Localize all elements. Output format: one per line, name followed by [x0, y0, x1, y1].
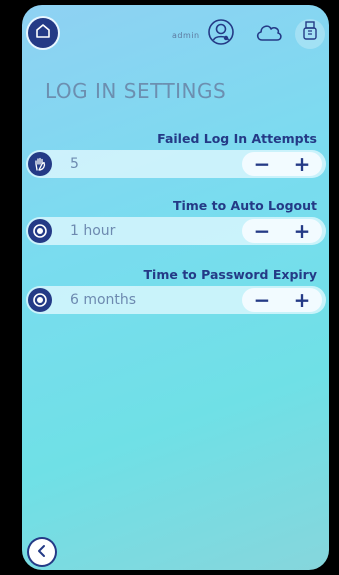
top-bar: admin: [22, 5, 329, 63]
chevron-left-icon: [35, 543, 49, 562]
increase-button[interactable]: +: [284, 219, 320, 243]
decrease-button[interactable]: −: [244, 219, 280, 243]
login-settings-screen: admin LOG IN SETTINGS Failed Log In Atte…: [22, 5, 329, 570]
page-title: LOG IN SETTINGS: [45, 79, 227, 103]
back-button[interactable]: [29, 539, 55, 565]
username-label: admin: [172, 31, 200, 40]
decrease-button[interactable]: −: [244, 288, 280, 312]
cloud-icon: [254, 21, 284, 47]
stepper-auto-logout: − +: [242, 219, 322, 243]
setting-label-password-expiry: Time to Password Expiry: [143, 267, 317, 282]
usb-icon: [303, 21, 317, 47]
usb-button[interactable]: [295, 19, 325, 49]
increase-button[interactable]: +: [284, 288, 320, 312]
setting-row-failed-attempts: 5 − +: [26, 150, 326, 178]
user-account-button[interactable]: [206, 19, 236, 49]
dial-icon: [28, 219, 52, 243]
stepper-password-expiry: − +: [242, 288, 322, 312]
home-button[interactable]: [28, 18, 58, 48]
home-icon: [34, 22, 52, 44]
setting-label-auto-logout: Time to Auto Logout: [172, 198, 317, 213]
dial-icon: [28, 288, 52, 312]
setting-label-failed-attempts: Failed Log In Attempts: [157, 131, 317, 146]
increase-button[interactable]: +: [284, 152, 320, 176]
decrease-button[interactable]: −: [244, 152, 280, 176]
setting-value-password-expiry: 6 months: [70, 292, 137, 308]
stepper-failed-attempts: − +: [242, 152, 322, 176]
setting-value-failed-attempts: 5: [70, 156, 79, 172]
setting-value-auto-logout: 1 hour: [70, 223, 116, 239]
setting-row-auto-logout: 1 hour − +: [26, 217, 326, 245]
cloud-button[interactable]: [254, 19, 284, 49]
user-icon: [207, 18, 235, 50]
hand-icon: [28, 152, 52, 176]
setting-row-password-expiry: 6 months − +: [26, 286, 326, 314]
